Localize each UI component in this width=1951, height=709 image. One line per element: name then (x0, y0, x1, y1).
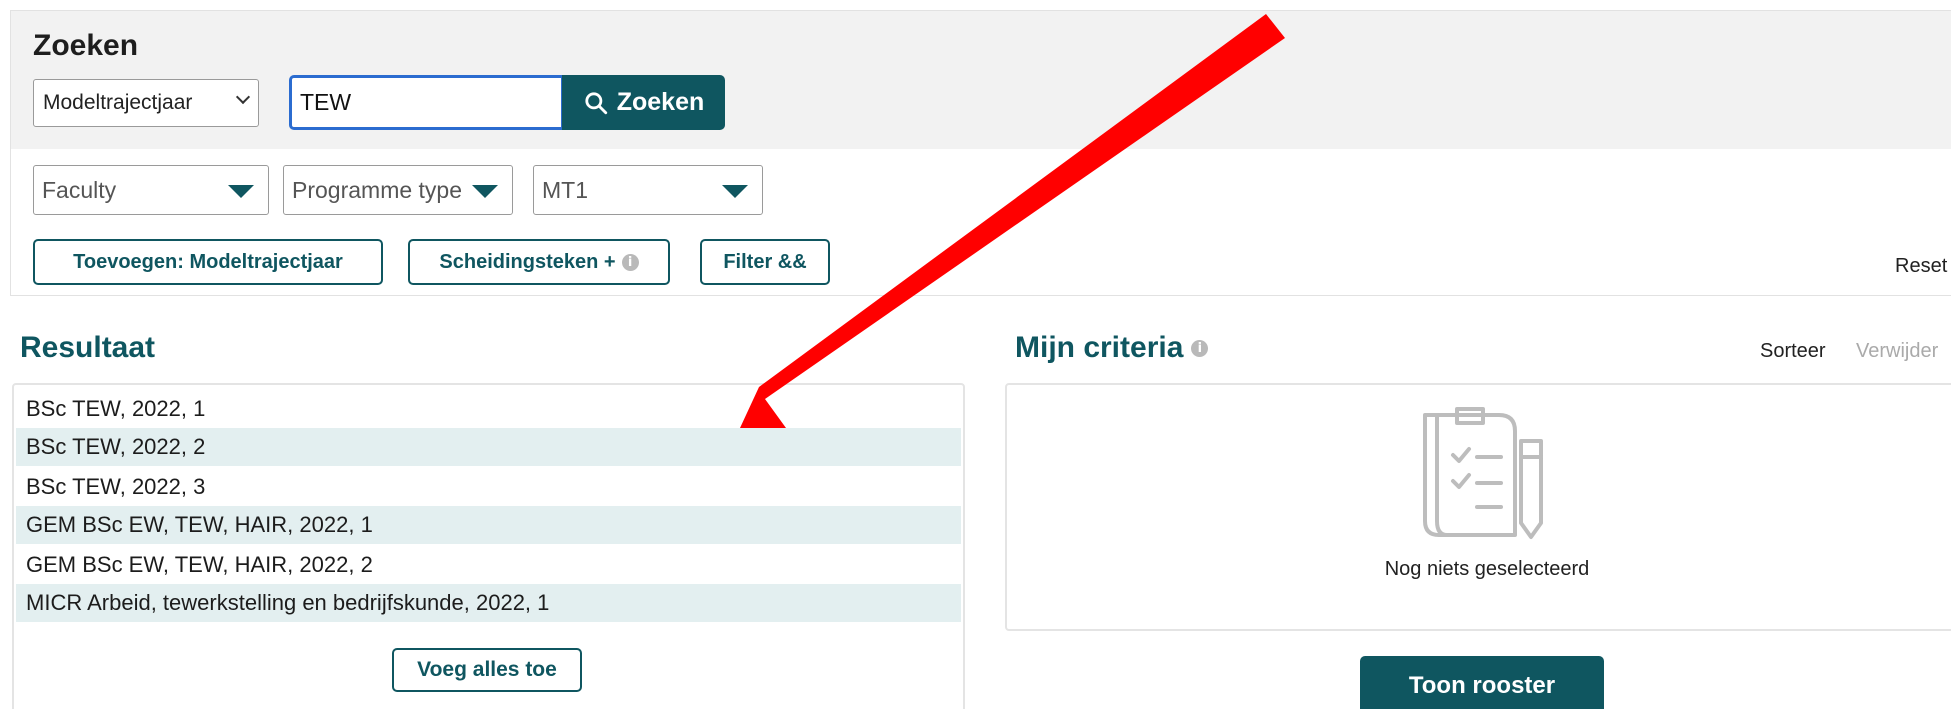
add-modeltrajectjaar-button[interactable]: Toevoegen: Modeltrajectjaar (33, 239, 383, 285)
empty-state-text: Nog niets geselecteerd (1384, 558, 1590, 580)
criteria-box: Nog niets geselecteerd (1005, 383, 1951, 631)
sort-link[interactable]: Sorteer (1760, 340, 1826, 363)
programme-type-dropdown-label: Programme type (292, 176, 463, 203)
search-title: Zoeken (33, 29, 139, 62)
remove-link[interactable]: Verwijder (1856, 340, 1938, 363)
result-item[interactable]: BSc TEW, 2022, 2 (16, 428, 961, 466)
add-all-label: Voeg alles toe (417, 658, 557, 681)
add-modeltrajectjaar-label: Toevoegen: Modeltrajectjaar (73, 250, 343, 273)
add-all-button[interactable]: Voeg alles toe (392, 648, 582, 692)
search-button[interactable]: Zoeken (562, 75, 725, 130)
filter-label: Filter && (723, 250, 807, 273)
mt-dropdown[interactable]: MT1 (533, 165, 763, 215)
caret-down-icon (722, 185, 748, 198)
info-icon: i (621, 253, 639, 271)
faculty-dropdown[interactable]: Faculty (33, 165, 269, 215)
result-item[interactable]: GEM BSc EW, TEW, HAIR, 2022, 1 (16, 506, 961, 544)
result-item[interactable]: MICR Arbeid, tewerkstelling en bedrijfsk… (16, 584, 961, 622)
caret-down-icon (472, 185, 498, 198)
search-panel: Zoeken Modeltrajectjaar Zoeken Faculty P… (10, 10, 1951, 296)
results-title: Resultaat (20, 331, 156, 364)
search-header: Zoeken Modeltrajectjaar Zoeken (11, 11, 1951, 149)
magnifier-icon (585, 91, 607, 114)
clipboard-pencil-icon (1423, 407, 1543, 539)
result-item[interactable]: BSc TEW, 2022, 3 (16, 468, 961, 506)
faculty-dropdown-label: Faculty (42, 176, 117, 203)
separator-label: Scheidingsteken + (439, 250, 616, 273)
search-input[interactable] (289, 75, 564, 130)
programme-type-dropdown[interactable]: Programme type (283, 165, 513, 215)
result-item[interactable]: BSc TEW, 2022, 1 (16, 390, 961, 428)
criteria-title: Mijn criteria (1015, 331, 1184, 364)
search-mode-select[interactable]: Modeltrajectjaar (33, 79, 259, 127)
show-schedule-label: Toon rooster (1408, 672, 1556, 699)
result-item[interactable]: GEM BSc EW, TEW, HAIR, 2022, 2 (16, 546, 961, 584)
search-mode-value: Modeltrajectjaar (43, 91, 193, 114)
search-button-label: Zoeken (616, 88, 705, 116)
reset-link[interactable]: Reset (1895, 255, 1947, 278)
filter-button[interactable]: Filter && (700, 239, 830, 285)
caret-down-icon (228, 185, 254, 198)
criteria-header: Mijn criteria i (1015, 331, 1209, 365)
separator-button[interactable]: Scheidingsteken + i (408, 239, 670, 285)
mt-dropdown-label: MT1 (542, 176, 588, 203)
info-icon[interactable]: i (1191, 339, 1209, 357)
chevron-down-icon (235, 89, 251, 105)
show-schedule-button[interactable]: Toon rooster (1360, 656, 1604, 709)
